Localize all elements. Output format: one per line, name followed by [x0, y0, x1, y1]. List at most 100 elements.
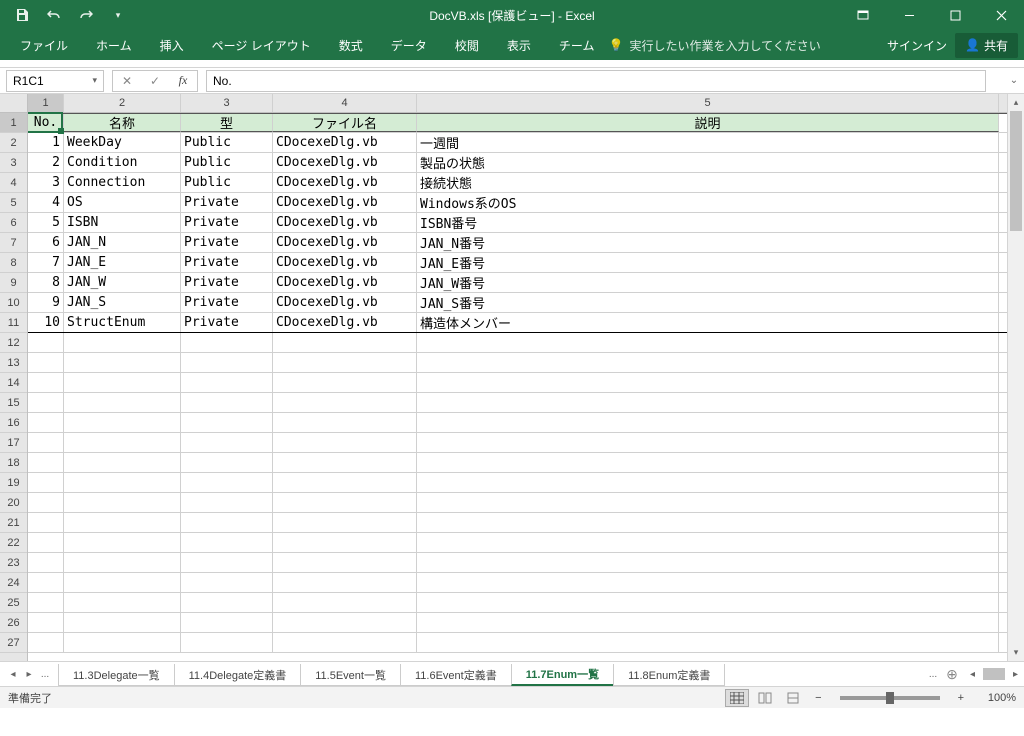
row-header[interactable]: 8	[0, 253, 27, 273]
cell[interactable]: 4	[28, 193, 64, 212]
close-button[interactable]	[978, 0, 1024, 30]
cell[interactable]: CDocexeDlg.vb	[273, 133, 417, 152]
cell[interactable]	[417, 613, 999, 632]
zoom-slider[interactable]	[840, 696, 940, 700]
cell[interactable]	[28, 513, 64, 532]
new-sheet-button[interactable]: ⊕	[940, 666, 964, 683]
sheet-tab[interactable]: 11.7Enum一覧	[511, 664, 614, 686]
cell[interactable]	[64, 553, 181, 572]
scroll-down-button[interactable]: ▾	[1008, 644, 1024, 661]
cell[interactable]	[273, 573, 417, 592]
ribbon-display-button[interactable]	[840, 0, 886, 30]
cell[interactable]: JAN_N	[64, 233, 181, 252]
cell[interactable]: CDocexeDlg.vb	[273, 273, 417, 292]
cell[interactable]	[273, 553, 417, 572]
cell[interactable]	[28, 413, 64, 432]
tab-view[interactable]: 表示	[493, 30, 545, 60]
scrollbar-thumb[interactable]	[1010, 111, 1022, 231]
cell[interactable]	[181, 373, 273, 392]
row-header[interactable]: 2	[0, 133, 27, 153]
cell[interactable]	[273, 353, 417, 372]
cell[interactable]	[273, 633, 417, 652]
cell[interactable]	[64, 473, 181, 492]
cell[interactable]	[181, 633, 273, 652]
cell[interactable]	[181, 453, 273, 472]
cell[interactable]	[181, 433, 273, 452]
tab-more-left[interactable]: ...	[38, 669, 52, 680]
cell[interactable]	[28, 613, 64, 632]
cell[interactable]: CDocexeDlg.vb	[273, 233, 417, 252]
cell[interactable]	[181, 533, 273, 552]
header-type[interactable]: 型	[181, 114, 273, 132]
row-header[interactable]: 7	[0, 233, 27, 253]
maximize-button[interactable]	[932, 0, 978, 30]
cell[interactable]: JAN_W番号	[417, 273, 999, 292]
cell[interactable]: 9	[28, 293, 64, 312]
cell[interactable]: WeekDay	[64, 133, 181, 152]
cell[interactable]	[28, 633, 64, 652]
cell[interactable]: Private	[181, 293, 273, 312]
cell[interactable]	[273, 613, 417, 632]
cell[interactable]	[181, 473, 273, 492]
cell[interactable]	[28, 533, 64, 552]
row-header[interactable]: 25	[0, 593, 27, 613]
cell[interactable]: CDocexeDlg.vb	[273, 173, 417, 192]
scroll-up-button[interactable]: ▴	[1008, 94, 1024, 111]
cell[interactable]: Windows系のOS	[417, 193, 999, 212]
scroll-left-button[interactable]: ◂	[970, 669, 975, 680]
share-button[interactable]: 👤 共有	[955, 33, 1018, 58]
cancel-formula-button[interactable]: ✕	[113, 71, 141, 91]
cell[interactable]	[64, 633, 181, 652]
row-header[interactable]: 27	[0, 633, 27, 653]
zoom-in-button[interactable]: +	[952, 692, 970, 704]
cell[interactable]	[181, 413, 273, 432]
column-header[interactable]: 3	[181, 94, 273, 112]
cell[interactable]	[64, 453, 181, 472]
cell[interactable]: Private	[181, 273, 273, 292]
expand-formula-bar-button[interactable]: ⌄	[1004, 75, 1024, 86]
cell[interactable]: Private	[181, 213, 273, 232]
sheet-tab[interactable]: 11.6Event定義書	[400, 664, 512, 686]
normal-view-button[interactable]	[725, 689, 749, 707]
cell[interactable]	[273, 473, 417, 492]
cell[interactable]	[417, 593, 999, 612]
tab-team[interactable]: チーム	[545, 30, 609, 60]
cell[interactable]: Private	[181, 193, 273, 212]
row-header[interactable]: 26	[0, 613, 27, 633]
sheet-tab[interactable]: 11.4Delegate定義書	[174, 664, 302, 686]
tab-data[interactable]: データ	[377, 30, 441, 60]
cell[interactable]: 10	[28, 313, 64, 332]
cell[interactable]	[417, 333, 999, 352]
cell[interactable]	[417, 533, 999, 552]
zoom-out-button[interactable]: −	[809, 692, 827, 704]
cell[interactable]: JAN_E番号	[417, 253, 999, 272]
cell[interactable]: 2	[28, 153, 64, 172]
cell[interactable]	[273, 373, 417, 392]
cell[interactable]	[28, 433, 64, 452]
cell[interactable]: Connection	[64, 173, 181, 192]
cell[interactable]	[28, 553, 64, 572]
cell[interactable]	[181, 353, 273, 372]
cell[interactable]: Public	[181, 153, 273, 172]
tab-insert[interactable]: 挿入	[146, 30, 198, 60]
scroll-right-button[interactable]: ▸	[1013, 669, 1018, 680]
tab-more-right[interactable]: ...	[926, 669, 940, 680]
tab-scroll-right-button[interactable]: ▸	[22, 669, 36, 680]
row-header[interactable]: 10	[0, 293, 27, 313]
cell[interactable]: JAN_S	[64, 293, 181, 312]
name-box[interactable]: R1C1 ▾	[6, 70, 104, 92]
cell[interactable]	[417, 513, 999, 532]
save-button[interactable]	[8, 3, 36, 27]
cell[interactable]: Private	[181, 253, 273, 272]
cell[interactable]: 製品の状態	[417, 153, 999, 172]
row-header[interactable]: 4	[0, 173, 27, 193]
row-header[interactable]: 18	[0, 453, 27, 473]
enter-formula-button[interactable]: ✓	[141, 71, 169, 91]
row-header[interactable]: 9	[0, 273, 27, 293]
cell[interactable]: CDocexeDlg.vb	[273, 193, 417, 212]
cell[interactable]	[64, 493, 181, 512]
row-header[interactable]: 24	[0, 573, 27, 593]
cell[interactable]	[28, 373, 64, 392]
cell[interactable]: CDocexeDlg.vb	[273, 293, 417, 312]
row-header[interactable]: 15	[0, 393, 27, 413]
